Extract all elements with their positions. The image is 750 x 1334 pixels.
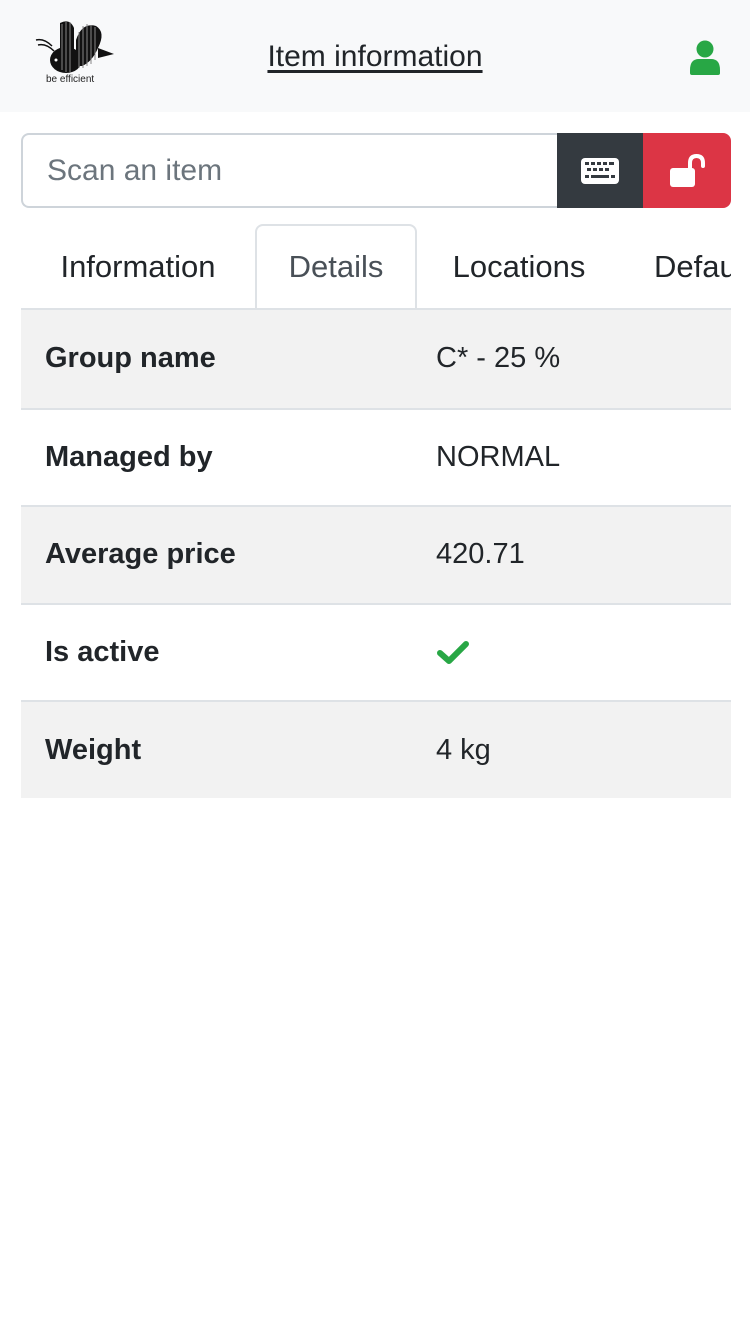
table-row: Is active bbox=[21, 602, 731, 701]
keyboard-icon bbox=[581, 157, 619, 184]
tab-default[interactable]: Defau bbox=[621, 224, 731, 308]
row-label: Is active bbox=[45, 636, 160, 669]
row-value bbox=[436, 640, 470, 666]
row-value: 4 kg bbox=[436, 733, 491, 766]
tab-bar: Information Details Locations Defau bbox=[21, 224, 731, 310]
check-icon bbox=[437, 640, 469, 664]
page-title[interactable]: Item information bbox=[0, 40, 750, 74]
row-value: NORMAL bbox=[436, 440, 561, 473]
row-label: Managed by bbox=[45, 440, 213, 473]
logo-text: be efficient bbox=[46, 74, 95, 85]
row-label: Average price bbox=[45, 538, 236, 571]
user-button[interactable] bbox=[688, 40, 722, 76]
scan-item-input[interactable] bbox=[21, 133, 557, 208]
app-header: be efficient Item information bbox=[0, 0, 750, 112]
details-table: Group name C* - 25 % Managed by NORMAL A… bbox=[21, 310, 731, 798]
scan-input-group bbox=[21, 133, 731, 208]
user-icon bbox=[690, 40, 720, 75]
tab-locations[interactable]: Locations bbox=[417, 224, 621, 308]
table-row: Weight 4 kg bbox=[21, 700, 731, 798]
keyboard-button[interactable] bbox=[557, 133, 643, 208]
row-label: Group name bbox=[45, 342, 216, 375]
tab-details[interactable]: Details bbox=[255, 224, 417, 308]
row-value: 420.71 bbox=[436, 538, 525, 571]
row-value: C* - 25 % bbox=[436, 342, 561, 375]
table-row: Group name C* - 25 % bbox=[21, 310, 731, 408]
tab-information[interactable]: Information bbox=[21, 224, 255, 308]
table-row: Managed by NORMAL bbox=[21, 407, 731, 506]
row-label: Weight bbox=[45, 733, 142, 766]
lock-toggle-button[interactable] bbox=[643, 133, 731, 208]
table-row: Average price 420.71 bbox=[21, 505, 731, 603]
unlock-icon bbox=[670, 153, 705, 187]
